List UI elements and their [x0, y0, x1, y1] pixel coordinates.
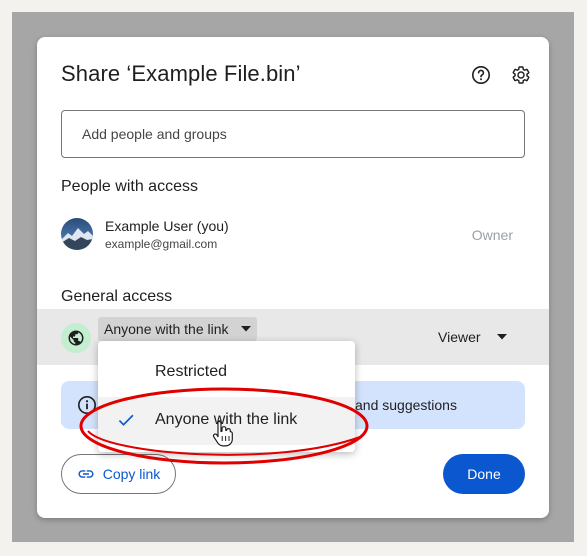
people-with-access-heading: People with access [61, 178, 198, 195]
menu-item-anyone-with-link[interactable]: Anyone with the link [98, 397, 355, 445]
settings-button[interactable] [507, 61, 535, 89]
role-selected: Viewer [438, 329, 481, 345]
caret-down-icon [240, 326, 251, 332]
user-name: Example User (you) [105, 218, 229, 234]
general-access-heading: General access [61, 288, 173, 305]
general-access-selected: Anyone with the link [104, 321, 229, 337]
globe-badge [61, 323, 91, 353]
dialog-title: Share ‘Example File.bin’ [61, 61, 301, 86]
general-access-dropdown[interactable]: Anyone with the link [98, 317, 257, 341]
gear-icon [512, 66, 530, 84]
help-circle-icon [472, 66, 490, 84]
done-button[interactable]: Done [443, 454, 525, 494]
general-access-menu: Restricted Anyone with the link [98, 341, 355, 452]
add-people-input[interactable] [61, 110, 525, 158]
check-icon [118, 414, 134, 426]
menu-item-label: Restricted [155, 363, 228, 380]
link-icon [77, 465, 95, 483]
user-email: example@gmail.com [105, 237, 218, 251]
role-dropdown[interactable]: Viewer [438, 329, 507, 345]
copy-link-label: Copy link [102, 466, 161, 482]
copy-link-button[interactable]: Copy link [61, 454, 176, 494]
menu-item-restricted[interactable]: Restricted [98, 349, 355, 397]
globe-icon [68, 330, 84, 346]
avatar [61, 218, 93, 250]
info-icon [78, 396, 96, 414]
help-button[interactable] [467, 61, 495, 89]
caret-down-icon [496, 334, 507, 340]
owner-role-label: Owner [471, 227, 513, 243]
info-banner-text: and suggestions [355, 397, 457, 413]
menu-item-label: Anyone with the link [155, 411, 298, 428]
